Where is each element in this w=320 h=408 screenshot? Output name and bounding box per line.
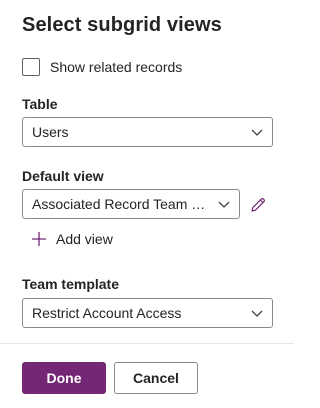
chevron-down-icon — [209, 190, 239, 218]
plus-icon — [30, 230, 48, 248]
add-view-label: Add view — [56, 231, 113, 247]
default-view-dropdown[interactable]: Associated Record Team M... — [22, 189, 240, 219]
done-button[interactable]: Done — [22, 362, 106, 394]
show-related-records-row[interactable]: Show related records — [22, 57, 182, 77]
chevron-down-icon — [242, 118, 272, 146]
table-value: Users — [32, 124, 69, 140]
pencil-icon[interactable] — [248, 196, 268, 214]
team-template-label: Team template — [22, 276, 119, 292]
page-title: Select subgrid views — [22, 14, 222, 36]
default-view-label: Default view — [22, 168, 104, 184]
table-dropdown[interactable]: Users — [22, 117, 273, 147]
add-view-button[interactable]: Add view — [30, 229, 113, 249]
team-template-dropdown[interactable]: Restrict Account Access — [22, 298, 273, 328]
chevron-down-icon — [242, 299, 272, 327]
cancel-button[interactable]: Cancel — [114, 362, 198, 394]
show-related-records-label: Show related records — [50, 59, 183, 75]
table-label: Table — [22, 96, 58, 112]
show-related-records-checkbox[interactable] — [22, 58, 40, 76]
footer-divider — [0, 343, 294, 344]
default-view-value: Associated Record Team M... — [32, 196, 209, 212]
team-template-value: Restrict Account Access — [32, 305, 182, 321]
